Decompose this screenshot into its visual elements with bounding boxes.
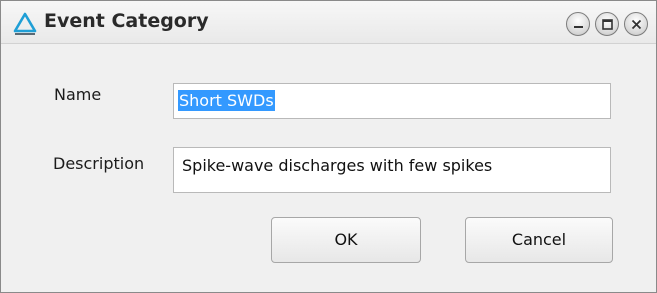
- event-category-dialog: Event Category Name Short SWDs Descripti…: [0, 0, 657, 293]
- name-label: Name: [54, 85, 102, 104]
- title-bar[interactable]: Event Category: [1, 1, 656, 44]
- close-icon: [631, 19, 642, 30]
- ok-button[interactable]: OK: [271, 217, 421, 263]
- maximize-button[interactable]: [595, 12, 619, 36]
- minimize-icon: [574, 26, 583, 28]
- window-title: Event Category: [44, 10, 209, 32]
- name-field[interactable]: Short SWDs: [173, 83, 611, 119]
- description-label: Description: [53, 154, 145, 173]
- name-value: Short SWDs: [178, 90, 275, 111]
- app-icon: [12, 11, 38, 37]
- maximize-icon: [602, 19, 613, 30]
- cancel-button[interactable]: Cancel: [465, 217, 613, 263]
- minimize-button[interactable]: [566, 12, 590, 36]
- close-button[interactable]: [624, 12, 648, 36]
- description-field[interactable]: Spike-wave discharges with few spikes: [173, 147, 611, 193]
- description-value: Spike-wave discharges with few spikes: [182, 156, 493, 175]
